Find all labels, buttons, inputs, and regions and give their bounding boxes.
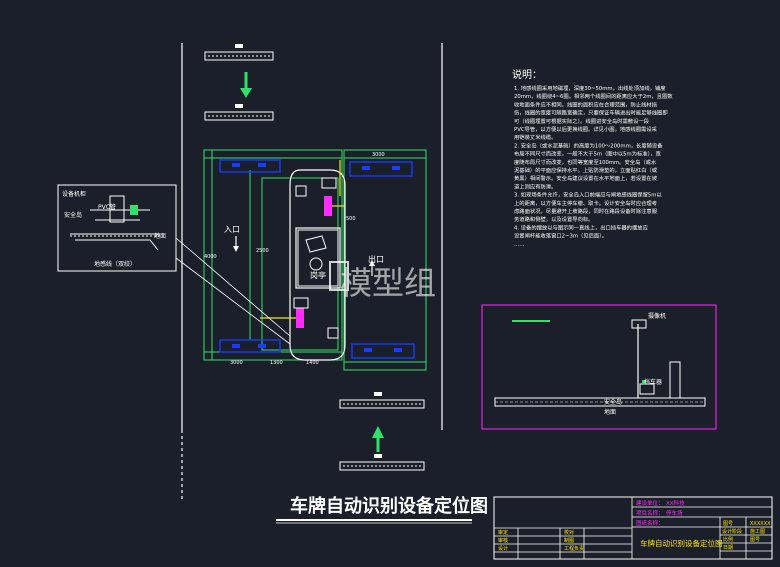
notes-line: 1. 地感线圈采用地磁埋，深度30~50mm，出线处须加线，铺度	[514, 84, 666, 92]
detail-label-ground: 地面	[154, 232, 166, 240]
detail-label-island: 安全岛	[64, 211, 82, 219]
notes-line: 泥基础）的平面应保持水平。上贴防滑垫的，立面贴红白（或	[514, 166, 658, 174]
tb-grid-3: 比例	[723, 536, 733, 543]
notes-line: 20mm，线圈绕4~6圈。相邻两个线圈间的距离应大于2m，且圈数	[514, 92, 673, 100]
watermark-logo: 模型组	[329, 261, 436, 302]
notes-line: 布局不同尺寸而改变，一般不大于5m（图中以5m为标准），宽	[514, 150, 662, 158]
tb-grid-2: 施工图	[750, 528, 765, 535]
section-camera-label: 摄像机	[648, 312, 666, 320]
dim-2: 1400	[306, 360, 319, 366]
section-island-label: 安全岛	[604, 398, 622, 406]
detail-label-pvc: PVC管	[98, 203, 116, 211]
tb-grid-7: 审核	[498, 537, 508, 544]
tb-bottom-title: 车牌自动识别设备定位图	[640, 538, 723, 548]
notes-line: 2. 安全岛（或水泥基础）的高度为100～200mm，长度随设备	[514, 141, 663, 149]
notes-line: 虑路面状况，尽量避开上坡路段，同时在路段设备时除注意服	[514, 207, 658, 215]
notes-line: 伤，线圈的宽度可随路宽确定，只要保证车辆进出时能足够线圈即	[514, 109, 668, 117]
tb-row-2-key: 图纸名称：	[636, 519, 664, 527]
dim-5: 2500	[256, 248, 269, 254]
dim-3: 3000	[372, 152, 385, 158]
exit-label: 出口	[368, 254, 384, 264]
tb-row-0-key: 建设单位：	[636, 499, 664, 507]
tb-grid-5: 日期	[723, 545, 733, 551]
enter-label: 入口	[224, 225, 240, 234]
dim-0: 3000	[230, 360, 243, 366]
notes-line: 用铠装丈米线缆。	[514, 133, 556, 141]
tb-grid-11: 工程负责	[564, 545, 584, 552]
notes-line: 3. 如现场条件允许，安全岛入口前端应与闸地感线圈保留5m以	[514, 191, 662, 199]
dim-4: 500	[346, 216, 356, 222]
notes-line: 设置闸杆能收落窗口2~3m（见后面）。	[514, 232, 607, 240]
section-ground-label: 地面	[604, 408, 616, 416]
detail-label-loop: 地感线（双绞）	[94, 260, 136, 268]
tb-row-1-key: 项目名称：	[636, 509, 664, 517]
section-barrier-label: 挡车器	[644, 378, 662, 386]
notes-line: 道上则应有防滑。	[514, 182, 556, 190]
notes-line: 度随布局尺寸而改变，也同等宽度至100mm。安全岛（或水	[514, 158, 657, 166]
watermark-text: 模型组	[340, 264, 436, 302]
notes-title: 说明：	[512, 68, 542, 81]
notes-line: 黄黑）相间警示。安全岛建议设置在水平地面上，若设置在坡	[514, 174, 658, 182]
notes-line: ……	[514, 242, 525, 248]
tb-grid-1: 设计阶段	[722, 528, 742, 535]
tb-grid-9: 校对	[564, 529, 574, 536]
tb-grid-10: 制图	[564, 537, 574, 544]
notes-line: 收地面条件应不相同。线圈的面积应在合理范围，防止线材损	[514, 100, 658, 108]
tb-row-0-val: XX科技	[666, 499, 685, 507]
cad-drawing-canvas: 岗亭 入口 出口 3000 1300 1400 3000 500 2500 40…	[0, 0, 780, 563]
main-title: 车牌自动识别设备定位图	[290, 495, 488, 517]
tb-drawing-no: XXXXXX	[750, 521, 771, 527]
tb-grid-6: 审定	[498, 529, 508, 536]
tb-grid-4: 图号	[750, 537, 760, 543]
dim-6: 4000	[204, 254, 217, 260]
booth-label: 岗亭	[310, 270, 326, 280]
notes-line: 可（线圈埋置可根据实际之）。线圈进安全岛时需敷设一段	[514, 117, 650, 125]
tb-row-1-val: 停车场	[666, 509, 683, 517]
detail-label-top: 设备机柜	[62, 190, 86, 198]
tb-grid-8: 设计	[498, 545, 508, 552]
notes-line: 务道路和侧壁，以及设置导向标。	[514, 215, 593, 223]
tb-grid-0: 图号	[723, 521, 733, 527]
notes-line: 4. 设备的摆放以与图示同一直线上，出口挡车器的摆放应	[514, 223, 649, 231]
dim-1: 1300	[270, 360, 283, 366]
notes-line: PVC导管，以方便以后更换线圈。详见小图。地感线圈需设采	[514, 125, 658, 133]
notes-line: 上的距离，以方便车主停车缴、取卡。设计安全岛时应合理考	[514, 199, 657, 207]
